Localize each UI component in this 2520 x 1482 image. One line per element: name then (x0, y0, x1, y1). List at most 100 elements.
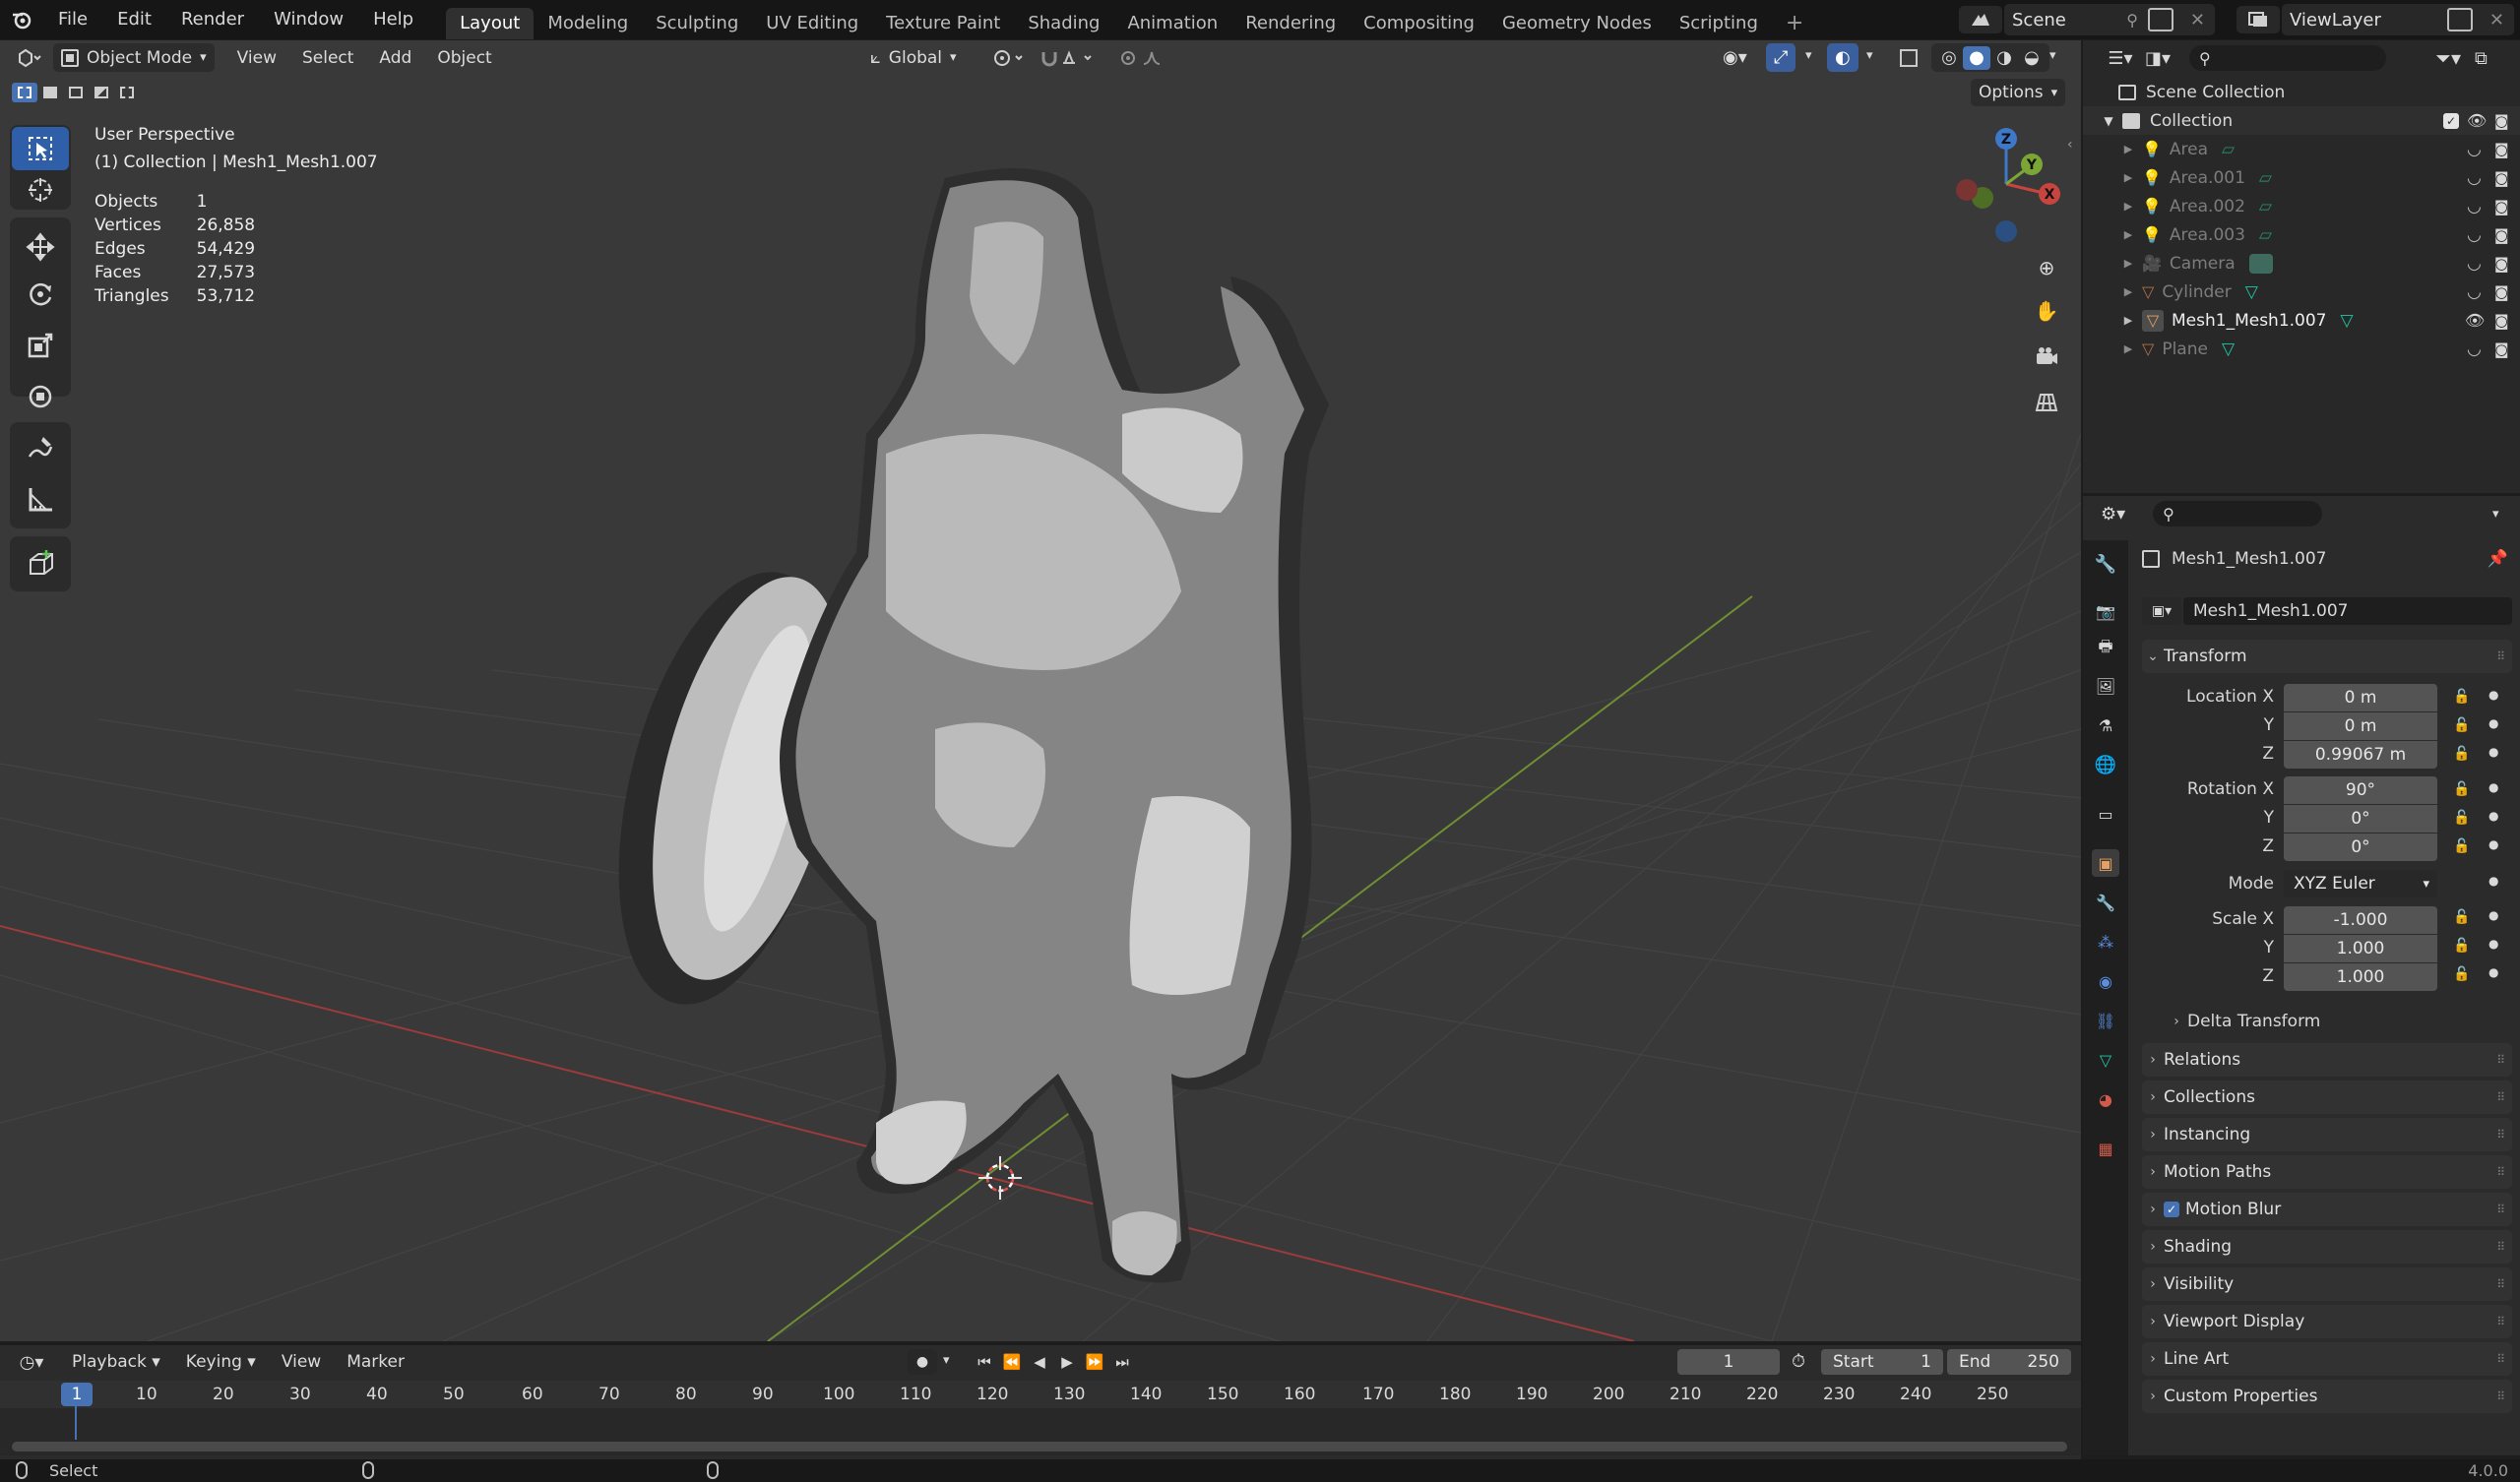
rendered-shading-icon[interactable]: ◒ (2018, 47, 2046, 68)
delete-scene-icon[interactable]: ✕ (2190, 10, 2205, 31)
menu-help[interactable]: Help (358, 0, 428, 39)
camera-render-icon[interactable]: ◙ (2494, 255, 2509, 273)
rotation-mode-dropdown[interactable]: XYZ Euler ▾ (2284, 870, 2437, 897)
tab-animation[interactable]: Animation (1113, 8, 1231, 39)
object-name-field[interactable]: Mesh1_Mesh1.007 (2183, 597, 2512, 625)
tab-modeling[interactable]: Modeling (534, 8, 642, 39)
viewport-menu-add[interactable]: Add (366, 48, 424, 68)
lock-icon[interactable]: 🔓 (2453, 689, 2470, 705)
delete-view-layer-icon[interactable]: ✕ (2489, 10, 2504, 31)
jump-to-keyframe-back-icon[interactable]: ⏪ (998, 1353, 1026, 1371)
chevron-down-icon[interactable]: ▾ (2492, 507, 2499, 522)
navigation-gizmo[interactable]: Z X Y (1949, 127, 2067, 255)
tab-rendering[interactable]: Rendering (1231, 8, 1350, 39)
jump-to-start-icon[interactable]: ⏮ (971, 1353, 998, 1371)
collections-panel-header[interactable]: › Collections ⠿ (2142, 1081, 2512, 1114)
play-icon[interactable]: ▶ (1053, 1353, 1081, 1371)
select-extend-icon[interactable] (37, 83, 63, 102)
keyframe-dot-icon[interactable]: ● (2488, 809, 2498, 823)
keyframe-dot-icon[interactable]: ● (2488, 874, 2498, 888)
outliner-item[interactable]: ▶ 💡 Area.001 ▱ ◡ ◙ (2083, 163, 2520, 192)
lock-icon[interactable]: 🔓 (2453, 781, 2470, 797)
world-tab-icon[interactable]: 🌐 (2092, 751, 2119, 778)
select-intersect-icon[interactable] (114, 83, 140, 102)
camera-render-icon[interactable]: ◙ (2494, 169, 2509, 187)
camera-render-icon[interactable]: ◙ (2494, 141, 2509, 158)
lock-icon[interactable]: 🔓 (2453, 838, 2470, 854)
output-tab-icon[interactable]: 🖶 (2092, 635, 2119, 662)
outliner-item-selected[interactable]: ▶ ▽ Mesh1_Mesh1.007 ▽ 👁 ◙ (2083, 306, 2520, 335)
drag-handle-icon[interactable]: ⠿ (2496, 1352, 2505, 1366)
viewport-menu-view[interactable]: View (224, 48, 289, 68)
visibility-filter-button[interactable]: ◉▾ (1715, 43, 1755, 72)
select-subtract-icon[interactable] (63, 83, 89, 102)
scene-tab-icon[interactable]: ⚗ (2092, 711, 2119, 739)
keyframe-dot-icon[interactable]: ● (2488, 937, 2498, 951)
drag-handle-icon[interactable]: ⠿ (2496, 1165, 2505, 1179)
expand-arrow-icon[interactable]: ▶ (2118, 200, 2138, 213)
timeline-scrollbar[interactable] (12, 1442, 2067, 1451)
drag-handle-icon[interactable]: ⠿ (2496, 1053, 2505, 1067)
add-workspace-button[interactable]: + (1772, 8, 1817, 39)
menu-render[interactable]: Render (166, 0, 259, 39)
auto-keying-record-icon[interactable]: ● (908, 1349, 937, 1375)
scene-icon[interactable] (1959, 6, 2002, 33)
rotation-z-field[interactable]: 0° (2284, 834, 2437, 861)
keyframe-dot-icon[interactable]: ● (2488, 688, 2498, 702)
frame-ruler[interactable]: 1 10 20 30 40 50 60 70 80 90 100 110 120… (0, 1381, 2081, 1459)
outliner-scene-collection[interactable]: Scene Collection (2083, 78, 2520, 106)
tool-tab-icon[interactable]: 🔧 (2092, 550, 2119, 578)
current-frame-field[interactable]: 1 (1677, 1349, 1780, 1375)
expand-arrow-icon[interactable]: ▶ (2118, 342, 2138, 355)
wireframe-shading-icon[interactable]: ◎ (1935, 47, 1963, 68)
jump-to-keyframe-forward-icon[interactable]: ⏩ (1081, 1353, 1108, 1371)
timeline-editor-icon[interactable]: ◷▾ (14, 1352, 49, 1373)
drag-handle-icon[interactable]: ⠿ (2496, 1090, 2505, 1104)
jump-to-end-icon[interactable]: ⏭ (1108, 1353, 1136, 1371)
display-mode-icon[interactable]: ◨▾ (2138, 48, 2177, 69)
chevron-down-icon[interactable]: ▾ (1805, 48, 1812, 63)
eye-icon[interactable]: 👁 (2465, 311, 2485, 330)
tab-shading[interactable]: Shading (1014, 8, 1113, 39)
instancing-panel-header[interactable]: › Instancing ⠿ (2142, 1118, 2512, 1151)
pin-icon[interactable]: 📌 (2488, 549, 2508, 569)
tab-uv-editing[interactable]: UV Editing (752, 8, 872, 39)
select-box-tool[interactable] (12, 127, 69, 170)
viewport-menu-select[interactable]: Select (289, 48, 366, 68)
outliner-collection[interactable]: ▼ Collection ✓ 👁 ◙ (2083, 106, 2520, 135)
camera-view-icon[interactable] (2030, 340, 2063, 373)
outliner-item[interactable]: ▶ ▽ Plane ▽ ◡ ◙ (2083, 335, 2520, 363)
new-view-layer-icon[interactable] (2447, 8, 2473, 31)
new-collection-icon[interactable]: ⧉ (2475, 48, 2488, 69)
outliner-item[interactable]: ▶ 💡 Area.003 ▱ ◡ ◙ (2083, 220, 2520, 249)
outliner-item[interactable]: ▶ ▽ Cylinder ▽ ◡ ◙ (2083, 278, 2520, 306)
expand-arrow-icon[interactable]: ▶ (2118, 257, 2138, 270)
proportional-editing-button[interactable] (1112, 43, 1187, 72)
custom-properties-panel-header[interactable]: › Custom Properties ⠿ (2142, 1380, 2512, 1413)
stopwatch-icon[interactable]: ⏱ (1792, 1351, 1805, 1372)
tab-scripting[interactable]: Scripting (1666, 8, 1772, 39)
measure-tool[interactable] (12, 477, 69, 521)
motion-blur-checkbox[interactable]: ✓ (2164, 1202, 2179, 1217)
object-data-browse-icon[interactable]: ▣▾ (2142, 597, 2181, 625)
constraints-tab-icon[interactable]: ⛓ (2092, 1007, 2119, 1034)
hidden-eye-icon[interactable]: ◡ (2467, 140, 2482, 159)
sidebar-toggle-arrow-icon[interactable]: ‹ (2067, 137, 2073, 153)
lock-icon[interactable]: 🔓 (2453, 966, 2470, 982)
lock-icon[interactable]: 🔓 (2453, 909, 2470, 925)
timeline-menu-marker[interactable]: Marker (334, 1352, 417, 1372)
properties-editor-icon[interactable]: ⚙▾ (2101, 504, 2125, 525)
viewport-display-panel-header[interactable]: › Viewport Display ⠿ (2142, 1305, 2512, 1338)
viewport-menu-object[interactable]: Object (424, 48, 504, 68)
lock-icon[interactable]: 🔓 (2453, 938, 2470, 954)
tab-texture-paint[interactable]: Texture Paint (872, 8, 1014, 39)
drag-handle-icon[interactable]: ⠿ (2496, 649, 2505, 663)
tab-sculpting[interactable]: Sculpting (642, 8, 752, 39)
camera-render-icon[interactable]: ◙ (2494, 312, 2509, 330)
viewport-scene[interactable] (0, 40, 2081, 1341)
view-layer-selector[interactable]: ViewLayer ✕ (2282, 4, 2514, 35)
pin-icon[interactable]: ⚲ (2126, 11, 2138, 30)
camera-render-icon[interactable]: ◙ (2494, 112, 2509, 130)
camera-render-icon[interactable]: ◙ (2494, 340, 2509, 358)
tab-geometry-nodes[interactable]: Geometry Nodes (1488, 8, 1666, 39)
